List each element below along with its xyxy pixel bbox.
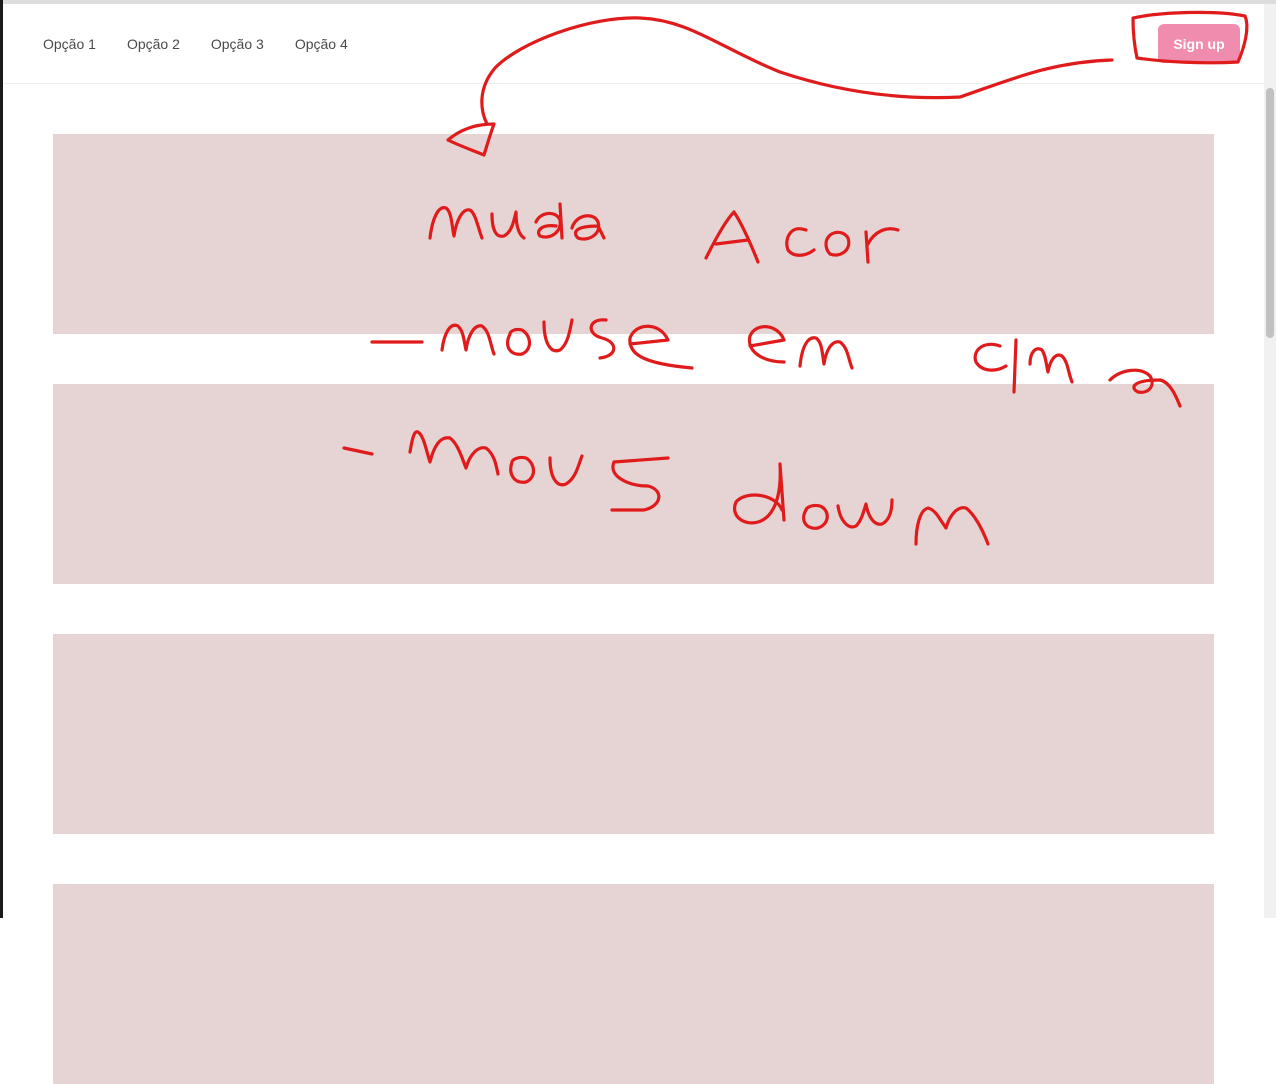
content-block-3	[53, 634, 1214, 834]
vertical-scrollbar[interactable]	[1264, 4, 1276, 918]
signup-button[interactable]: Sign up	[1158, 24, 1240, 63]
nav-link-opcao-4[interactable]: Opção 4	[295, 36, 348, 52]
content-block-1	[53, 134, 1214, 334]
nav-link-opcao-2[interactable]: Opção 2	[127, 36, 180, 52]
content-block-2	[53, 384, 1214, 584]
browser-window: Opção 1 Opção 2 Opção 3 Opção 4 Sign up	[0, 0, 1276, 1084]
scrollbar-thumb[interactable]	[1266, 88, 1274, 338]
top-navbar: Opção 1 Opção 2 Opção 3 Opção 4 Sign up	[3, 4, 1264, 84]
content-block-4	[53, 884, 1214, 1084]
nav-link-opcao-3[interactable]: Opção 3	[211, 36, 264, 52]
main-content	[3, 84, 1264, 1084]
nav-link-opcao-1[interactable]: Opção 1	[43, 36, 96, 52]
nav-links: Opção 1 Opção 2 Opção 3 Opção 4	[43, 4, 348, 83]
